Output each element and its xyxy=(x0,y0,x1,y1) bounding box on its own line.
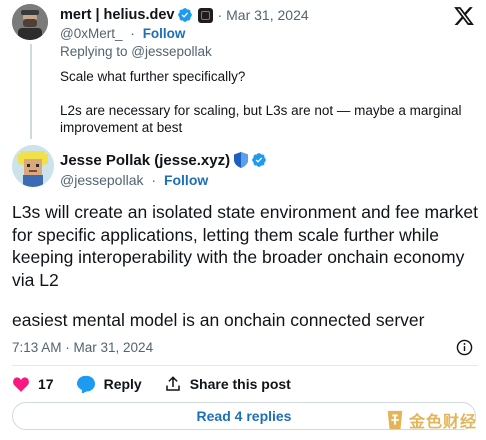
watermark-logo-icon xyxy=(387,410,403,430)
parent-body-paragraph: L2s are necessary for scaling, but L3s a… xyxy=(60,103,462,135)
parent-author-name[interactable]: mert | helius.dev xyxy=(60,7,174,23)
parent-tweet-date[interactable]: Mar 31, 2024 xyxy=(226,7,309,23)
main-author-handle[interactable]: @jessepollak xyxy=(60,172,143,188)
separator-dot: · xyxy=(151,172,157,188)
parent-author-handle[interactable]: @0xMert_ xyxy=(60,26,122,41)
parent-tweet-header: mert | helius.dev · Mar 31, 2024 xyxy=(60,6,309,24)
main-author-name[interactable]: Jesse Pollak (jesse.xyz) xyxy=(60,152,230,169)
divider xyxy=(12,365,478,366)
main-body-paragraph: easiest mental model is an onchain conne… xyxy=(12,310,425,330)
parent-tweet-body: Scale what further specifically? L2s are… xyxy=(60,68,470,136)
main-tweet-header: Jesse Pollak (jesse.xyz) xyxy=(60,150,267,170)
shield-badge-icon xyxy=(234,152,249,168)
main-handle-row: @jessepollak · Follow xyxy=(60,172,208,188)
affiliate-badge-icon xyxy=(198,7,214,23)
info-icon[interactable] xyxy=(456,339,473,356)
parent-handle-row: @0xMert_ · Follow xyxy=(60,25,185,41)
main-follow-link[interactable]: Follow xyxy=(164,172,208,188)
verified-badge-icon xyxy=(251,152,267,168)
watermark-text: 金色财经 xyxy=(409,414,478,431)
heart-icon xyxy=(13,377,29,392)
separator-dot: · xyxy=(130,25,135,41)
parent-body-paragraph: Scale what further specifically? xyxy=(60,69,246,84)
x-logo-icon[interactable] xyxy=(453,5,475,27)
tweet-timestamp[interactable]: 7:13 AM · Mar 31, 2024 xyxy=(12,340,153,355)
share-button[interactable]: Share this post xyxy=(164,375,291,393)
separator-dot: · xyxy=(217,7,223,23)
like-button[interactable]: 17 xyxy=(12,375,54,393)
replying-to-label[interactable]: Replying to @jessepollak xyxy=(60,44,212,59)
main-author-avatar[interactable] xyxy=(12,145,54,187)
like-count: 17 xyxy=(38,376,54,392)
share-upload-icon xyxy=(165,376,180,391)
verified-badge-icon xyxy=(177,7,193,23)
parent-author-avatar[interactable] xyxy=(12,4,48,40)
share-label: Share this post xyxy=(189,376,291,392)
reply-button[interactable]: Reply xyxy=(76,375,142,393)
parent-follow-link[interactable]: Follow xyxy=(143,26,186,41)
main-body-paragraph: L3s will create an isolated state enviro… xyxy=(12,202,478,290)
watermark: 金色财经 xyxy=(384,408,477,432)
speech-bubble-icon xyxy=(76,375,95,393)
thread-connector-line xyxy=(30,44,32,139)
main-tweet-body: L3s will create an isolated state enviro… xyxy=(12,201,478,332)
tweet-action-bar: 17 Reply Share this post xyxy=(12,374,313,394)
reply-label: Reply xyxy=(103,376,142,392)
